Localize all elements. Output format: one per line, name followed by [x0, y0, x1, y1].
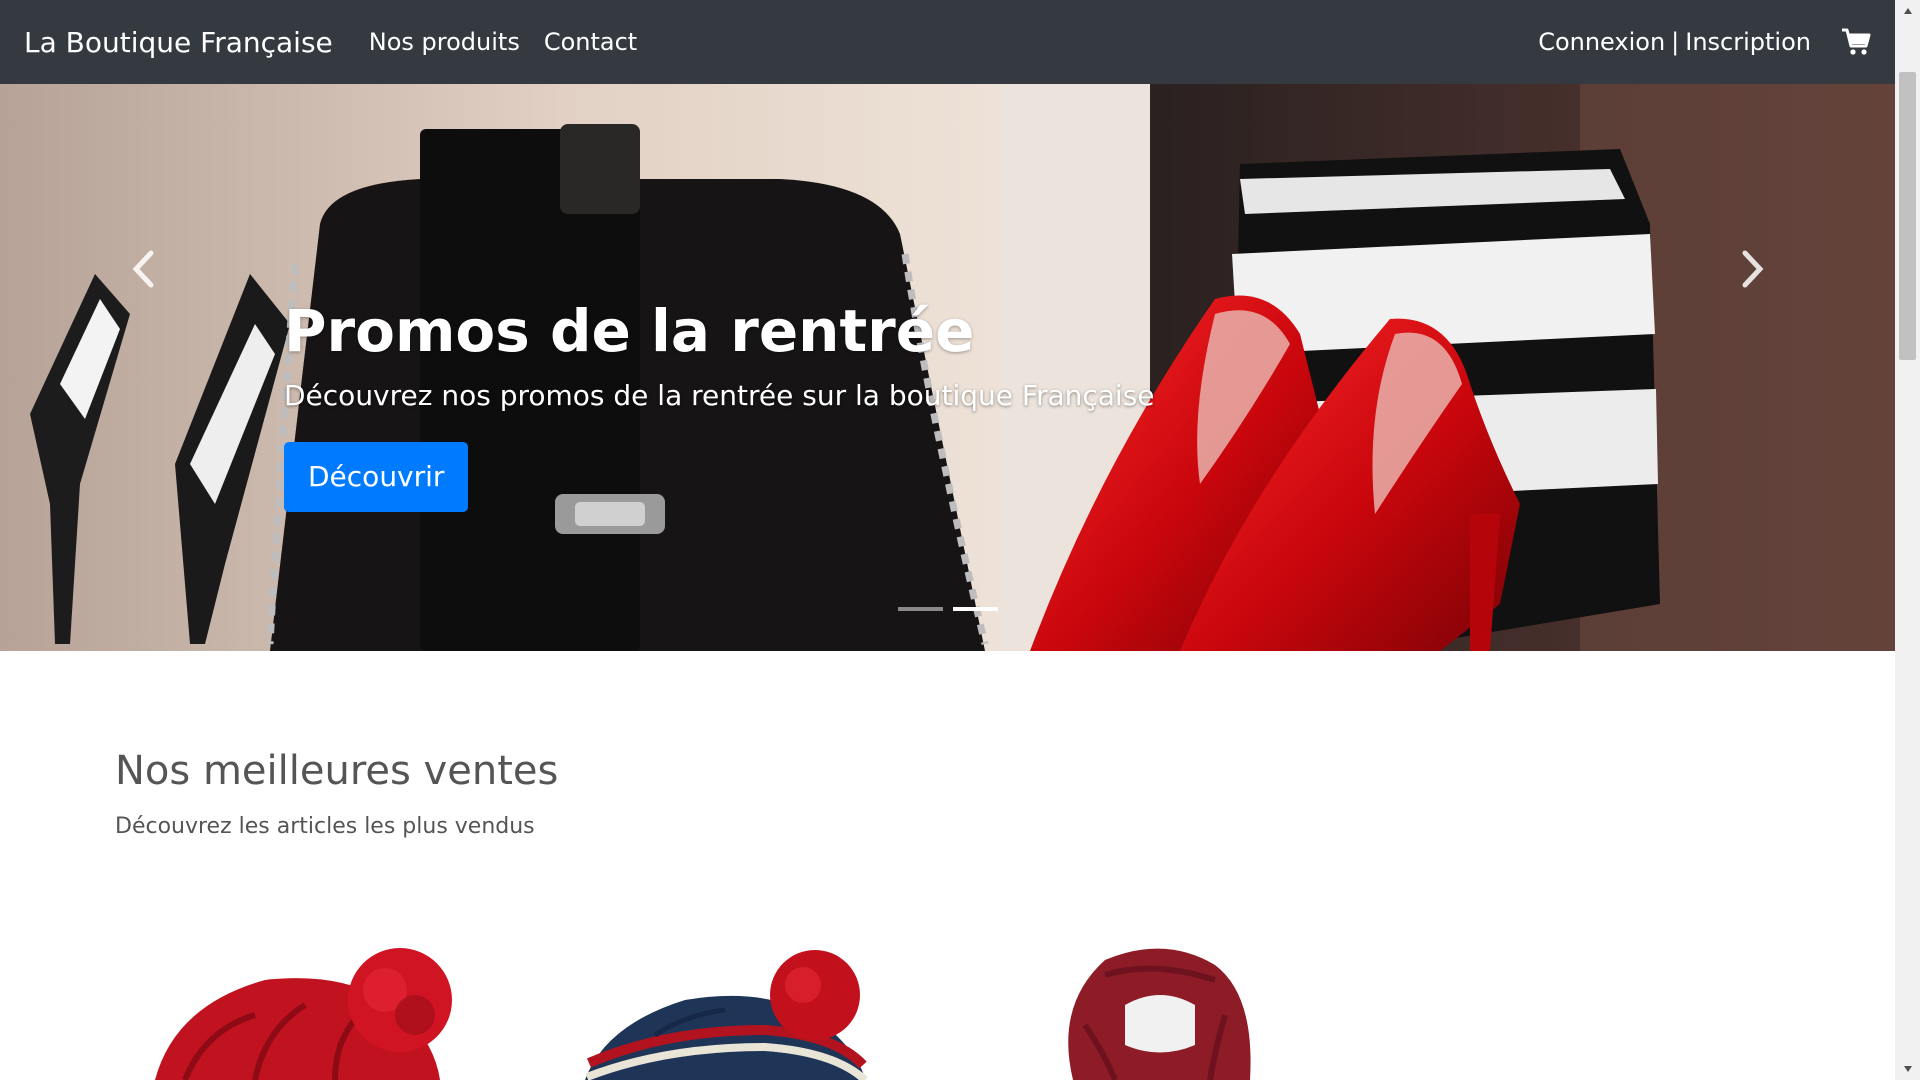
login-link[interactable]: Connexion [1538, 28, 1665, 56]
register-link[interactable]: Inscription [1685, 28, 1811, 56]
carousel-caption: Promos de la rentrée Découvrez nos promo… [284, 298, 1155, 512]
carousel-prev-icon[interactable] [118, 234, 168, 304]
discover-button[interactable]: Découvrir [284, 441, 469, 512]
brand-link[interactable]: La Boutique Française [24, 26, 333, 59]
best-sellers-title: Nos meilleures ventes [115, 748, 559, 794]
nav-right: Connexion | Inscription [1538, 27, 1871, 57]
carousel-indicator-2[interactable] [953, 607, 998, 611]
product-card-1[interactable] [145, 935, 485, 1080]
carousel-next-icon[interactable] [1728, 234, 1778, 304]
nav-links: Nos produits Contact [369, 28, 637, 56]
page-scrollbar[interactable] [1895, 0, 1920, 1080]
nav-link-products[interactable]: Nos produits [369, 28, 520, 56]
nav-link-contact[interactable]: Contact [544, 28, 637, 56]
red-knit-beanie-image [145, 935, 485, 1080]
auth-separator: | [1671, 28, 1680, 56]
scroll-down-icon[interactable] [1895, 1058, 1920, 1080]
scroll-up-icon[interactable] [1895, 0, 1920, 22]
burgundy-scarf-image [1045, 935, 1285, 1080]
navbar: La Boutique Française Nos produits Conta… [0, 0, 1895, 84]
product-card-2[interactable] [575, 935, 915, 1080]
carousel-indicator-1[interactable] [898, 607, 943, 611]
product-card-3[interactable] [1045, 935, 1285, 1080]
promo-carousel: Promos de la rentrée Découvrez nos promo… [0, 84, 1895, 651]
navy-striped-beanie-image [575, 935, 915, 1080]
carousel-indicators [898, 607, 998, 611]
shopping-cart-icon[interactable] [1841, 27, 1871, 57]
auth-links: Connexion | Inscription [1538, 28, 1811, 56]
carousel-subtitle: Découvrez nos promos de la rentrée sur l… [284, 378, 1155, 412]
scrollbar-thumb[interactable] [1899, 72, 1916, 360]
carousel-title: Promos de la rentrée [284, 297, 975, 365]
product-grid [0, 935, 1895, 1080]
best-sellers-subtitle: Découvrez les articles les plus vendus [115, 814, 535, 839]
best-sellers-header: Nos meilleures ventes Découvrez les arti… [115, 748, 558, 839]
